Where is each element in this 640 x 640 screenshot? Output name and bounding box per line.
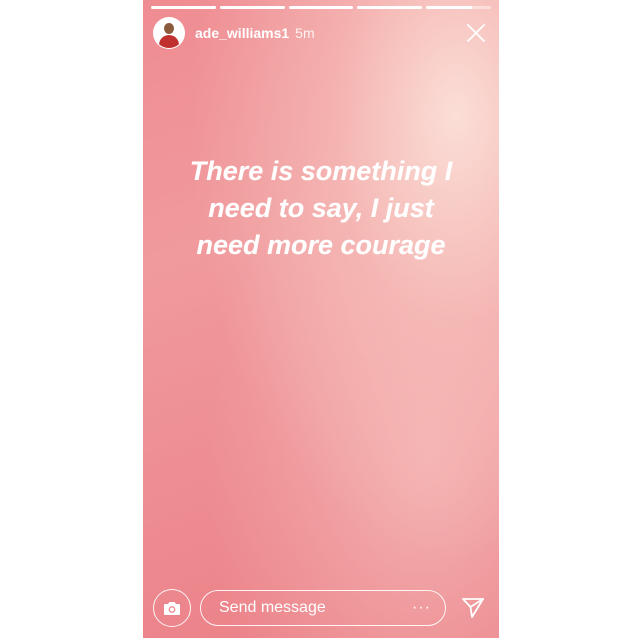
progress-segment (288, 6, 354, 9)
send-button[interactable] (460, 595, 486, 621)
send-message-input[interactable]: Send message ··· (200, 590, 446, 626)
story-viewer[interactable]: ade_williams1 5m There is something I ne… (143, 0, 499, 638)
avatar-shirt (159, 35, 179, 48)
camera-icon (164, 602, 180, 615)
story-header: ade_williams1 5m (153, 16, 489, 50)
story-text-line: need more courage (196, 230, 446, 260)
send-icon (462, 598, 484, 618)
progress-segment (426, 6, 491, 9)
progress-segment-fill (357, 6, 423, 9)
story-progress-bar (151, 6, 491, 9)
story-text: There is something I need to say, I just… (153, 153, 489, 264)
progress-segment-fill (219, 6, 285, 9)
progress-segment (151, 6, 216, 9)
send-message-placeholder: Send message (219, 599, 326, 616)
camera-button[interactable] (153, 589, 191, 627)
progress-segment (357, 6, 423, 9)
story-text-line: There is something I (189, 156, 453, 186)
avatar-head (164, 23, 174, 34)
close-icon (467, 24, 485, 42)
progress-segment (219, 6, 285, 9)
progress-segment-fill (288, 6, 354, 9)
progress-segment-fill (151, 6, 216, 9)
username[interactable]: ade_williams1 (195, 25, 289, 41)
close-button[interactable] (465, 22, 487, 44)
progress-segment-fill (426, 6, 472, 9)
post-time: 5m (295, 25, 315, 41)
avatar[interactable] (153, 17, 185, 49)
more-options-button[interactable]: ··· (412, 600, 431, 616)
reply-bar: Send message ··· (153, 588, 489, 628)
story-text-line: need to say, I just (208, 193, 434, 223)
